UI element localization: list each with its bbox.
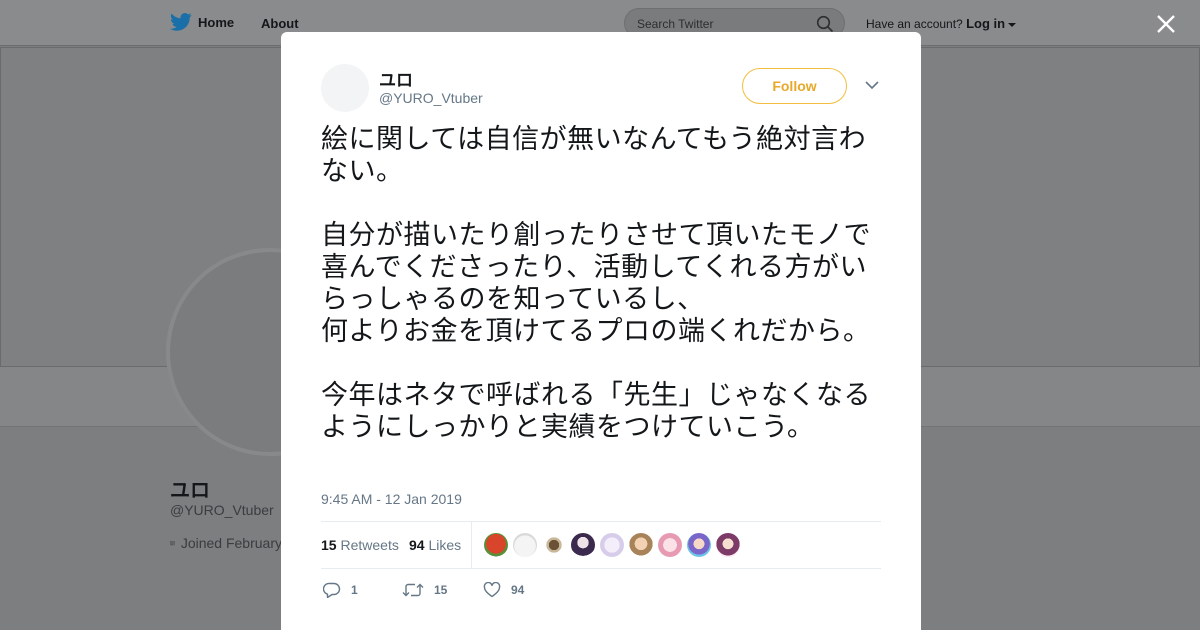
tweet-modal: ユロ @YURO_Vtuber Follow 絵に関しては自信が無いなんてもう絶…	[281, 32, 921, 630]
account-menu[interactable]: Have an account? Log in	[866, 16, 1017, 31]
retweets-stat[interactable]: 15 Retweets	[321, 537, 399, 553]
liker-avatar[interactable]	[542, 533, 566, 557]
search-icon[interactable]	[816, 15, 834, 33]
tweet-actions: 1 15 94	[321, 580, 881, 604]
retweet-icon	[402, 583, 424, 597]
tweet-stats: 15 Retweets 94 Likes	[321, 521, 881, 569]
retweet-count: 15	[434, 583, 448, 597]
author-avatar[interactable]	[321, 64, 369, 112]
chevron-down-icon[interactable]	[865, 80, 879, 90]
liker-avatar[interactable]	[629, 533, 653, 557]
stats-divider	[471, 522, 472, 569]
tweet-timestamp[interactable]: 9:45 AM - 12 Jan 2019	[321, 491, 462, 507]
liker-avatars	[484, 533, 740, 557]
heart-icon	[483, 582, 501, 598]
liker-avatar[interactable]	[571, 533, 595, 557]
profile-joined: Joined February	[170, 535, 282, 551]
profile-handle: @YURO_Vtuber	[170, 502, 274, 518]
liker-avatar[interactable]	[716, 533, 740, 557]
tweet-text: 絵に関しては自信が無いなんてもう絶対言わない。 自分が描いたり創ったりさせて頂い…	[321, 124, 871, 443]
login-link[interactable]: Log in	[966, 16, 1005, 31]
reply-count: 1	[351, 583, 358, 597]
retweets-count: 15	[321, 537, 337, 553]
nav-about[interactable]: About	[261, 16, 299, 31]
likes-count: 94	[409, 537, 425, 553]
search-input[interactable]: Search Twitter	[637, 17, 713, 31]
reply-action[interactable]: 1	[323, 582, 358, 598]
liker-avatar[interactable]	[484, 533, 508, 557]
follow-button[interactable]: Follow	[742, 68, 847, 104]
likes-stat[interactable]: 94 Likes	[409, 537, 461, 553]
author-name[interactable]: ユロ	[379, 66, 413, 91]
liker-avatar[interactable]	[513, 533, 537, 557]
joined-text: Joined February	[180, 535, 282, 551]
twitter-bird-icon	[170, 13, 192, 31]
liker-avatar[interactable]	[600, 533, 624, 557]
liker-avatar[interactable]	[687, 533, 711, 557]
like-action[interactable]: 94	[483, 582, 524, 598]
retweet-action[interactable]: 15	[402, 582, 447, 598]
chevron-down-icon	[1008, 23, 1017, 27]
close-icon[interactable]	[1155, 13, 1177, 35]
account-prompt: Have an account?	[866, 17, 963, 31]
calendar-icon	[170, 541, 175, 546]
retweets-label: Retweets	[340, 537, 399, 553]
like-count: 94	[511, 583, 525, 597]
liker-avatar[interactable]	[658, 533, 682, 557]
nav-home[interactable]: Home	[170, 12, 234, 32]
likes-label: Likes	[428, 537, 462, 553]
reply-icon	[323, 582, 341, 598]
nav-home-label: Home	[198, 14, 235, 30]
profile-name: ユロ	[170, 480, 210, 502]
author-handle[interactable]: @YURO_Vtuber	[379, 90, 483, 106]
